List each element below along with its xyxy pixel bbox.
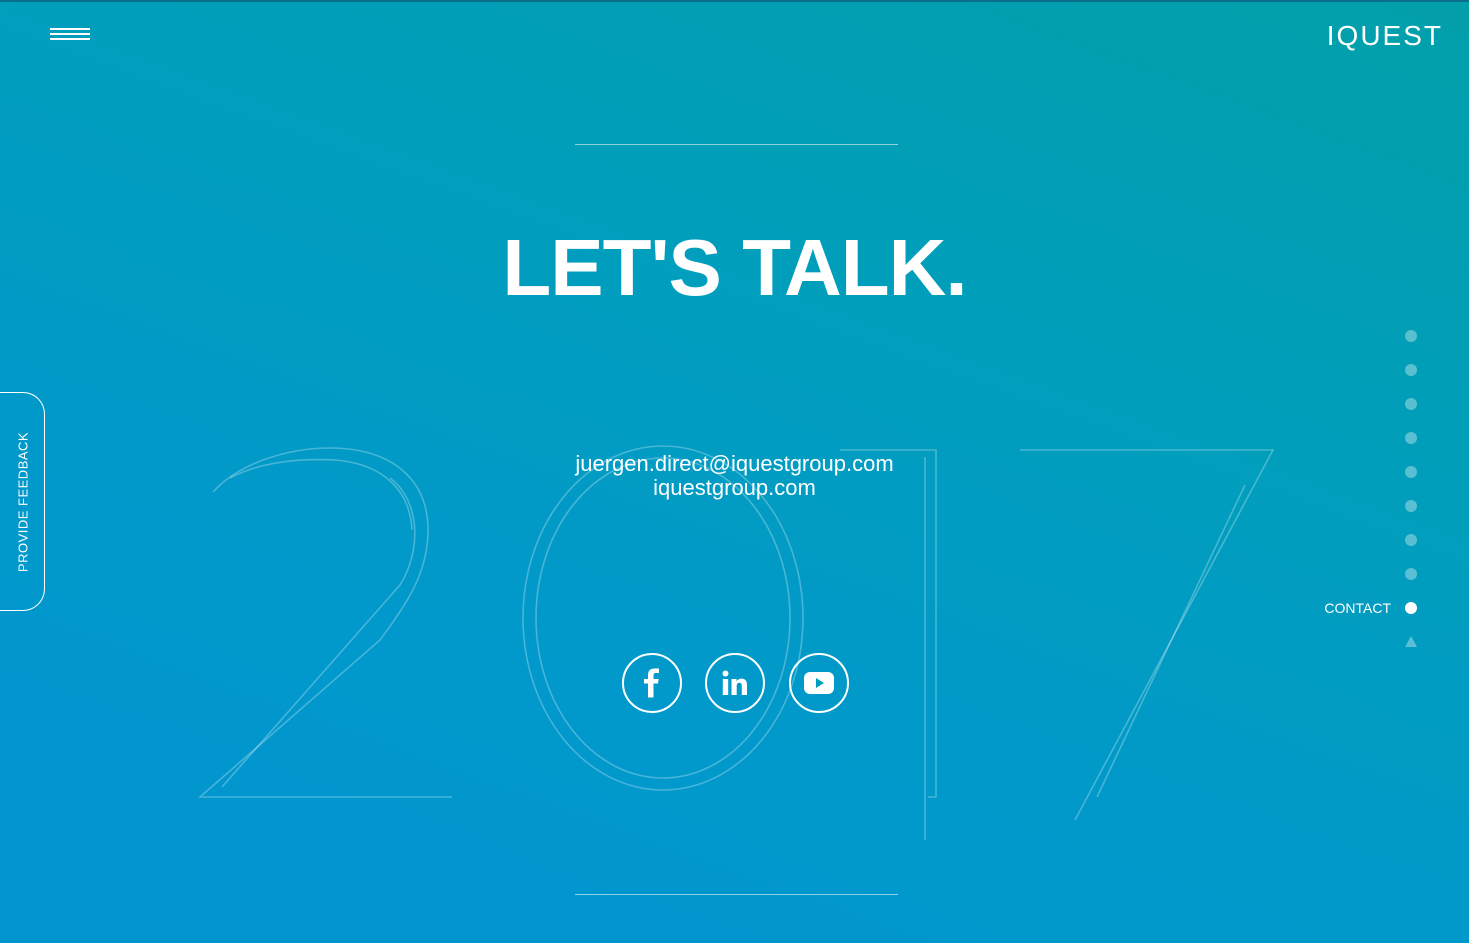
section-nav-dot-8[interactable] (1405, 568, 1417, 580)
contact-info: juergen.direct@iquestgroup.com iquestgro… (0, 452, 1469, 500)
arrow-up-icon[interactable] (1405, 636, 1417, 647)
logo-text: IQUEST (1326, 20, 1443, 51)
youtube-icon[interactable] (789, 653, 849, 713)
section-nav-active-label[interactable]: CONTACT (1324, 600, 1391, 616)
linkedin-icon[interactable] (705, 653, 765, 713)
section-nav-dot-4[interactable] (1405, 432, 1417, 444)
facebook-icon[interactable] (622, 653, 682, 713)
section-nav-dot-6[interactable] (1405, 500, 1417, 512)
page-headline: LET'S TALK. (502, 223, 967, 312)
section-nav-dot-7[interactable] (1405, 534, 1417, 546)
hamburger-menu-icon[interactable] (50, 26, 90, 42)
top-divider (575, 144, 898, 145)
top-border (0, 0, 1469, 2)
website-link[interactable]: iquestgroup.com (0, 476, 1469, 500)
section-nav-dot-1[interactable] (1405, 330, 1417, 342)
iquest-logo[interactable]: IQUEST (1327, 20, 1443, 52)
section-nav-dot-contact[interactable] (1405, 602, 1417, 614)
feedback-label[interactable]: PROVIDE FEEDBACK (16, 432, 31, 572)
email-link[interactable]: juergen.direct@iquestgroup.com (0, 452, 1469, 476)
section-nav-dot-2[interactable] (1405, 364, 1417, 376)
bottom-divider (575, 894, 898, 895)
section-nav-dot-5[interactable] (1405, 466, 1417, 478)
section-nav-dot-3[interactable] (1405, 398, 1417, 410)
